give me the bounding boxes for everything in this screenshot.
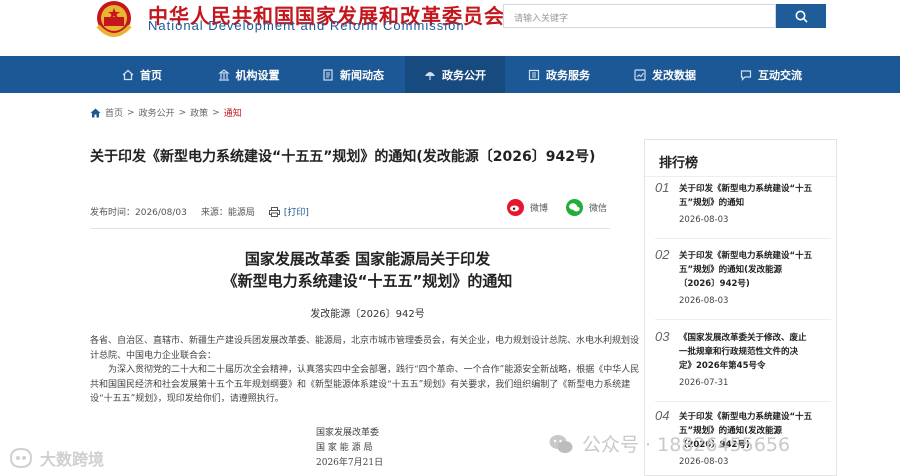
- ranking-item-title[interactable]: 《国家发展改革委关于修改、废止 一批规章和行政规范性文件的决 定》2026年第4…: [679, 331, 824, 373]
- signature-ndrc: 国家发展改革委: [316, 428, 380, 438]
- document-number: 发改能源〔2026〕942号: [310, 309, 425, 320]
- ranking-number: 01: [655, 180, 670, 195]
- nav-item-data[interactable]: 发改数据: [613, 56, 717, 93]
- national-emblem-icon: [96, 1, 132, 37]
- share-weibo-label: 微博: [530, 204, 549, 214]
- watermark-right: 公众号 · 18826455656: [548, 430, 790, 457]
- ranking-item-title-line: 关于印发《新型电力系统建设“十五: [679, 412, 813, 422]
- nav-item-news[interactable]: 新闻动态: [301, 56, 405, 93]
- nav-item-home[interactable]: 首页: [88, 56, 196, 93]
- share-bar: 微博 微信: [507, 199, 607, 216]
- printer-icon: [268, 206, 280, 217]
- nav-item-label: 政务公开: [442, 68, 486, 82]
- ranking-item-date: 2026-07-31: [679, 378, 729, 388]
- nav-item-interaction[interactable]: 互动交流: [717, 56, 825, 93]
- signature-date: 2026年7月21日: [316, 458, 384, 468]
- article-source: 来源：能源局: [200, 208, 255, 218]
- document-recipients: 各省、自治区、直辖市、新疆生产建设兵团发展改革委、能源局，北京市城市管理委员会，…: [90, 336, 640, 361]
- ranking-divider: [655, 238, 831, 239]
- nav-item-label: 新闻动态: [340, 68, 384, 82]
- ranking-item-title[interactable]: 关于印发《新型电力系统建设“十五 五”规划》的通知(发改能源 〔2026〕942…: [679, 249, 824, 291]
- ranking-number: 02: [655, 247, 670, 262]
- watermark-left: 大数跨境: [8, 446, 104, 470]
- org-name-en: National Development and Reform Commissi…: [148, 18, 465, 33]
- brand-logo-icon: [9, 447, 33, 469]
- ranking-item-title-line: 五”规划》的通知(发改能源: [679, 265, 782, 275]
- nav-item-label: 机构设置: [235, 68, 280, 82]
- ranking-divider: [655, 401, 831, 402]
- signature-nea: 国 家 能 源 局: [316, 443, 373, 453]
- home-icon: [122, 69, 134, 80]
- nav-item-label: 政务服务: [546, 68, 590, 82]
- breadcrumb-separator: >: [127, 107, 135, 118]
- nav-item-structure[interactable]: 机构设置: [196, 56, 301, 93]
- article-meta: 发布时间：2026/08/03 来源：能源局 [打印]: [90, 205, 309, 218]
- ranking-title-divider: [645, 176, 836, 177]
- building-icon: [217, 68, 230, 81]
- breadcrumb-link-home[interactable]: 首页: [105, 106, 123, 119]
- ranking-divider: [655, 319, 831, 320]
- service-icon: [528, 69, 540, 80]
- watermark-right-text: 公众号 · 18826455656: [582, 434, 791, 456]
- document-paragraph: 为深入贯彻党的二十大和二十届历次全会精神，认真落实四中全会部署，践行“四个革命、…: [90, 365, 640, 404]
- ranking-item-date: 2026-08-03: [679, 215, 729, 225]
- umbrella-icon: [425, 71, 435, 80]
- breadcrumb-separator: >: [212, 107, 220, 118]
- print-button[interactable]: [打印]: [268, 205, 309, 218]
- ranking-item-title-line: 关于印发《新型电力系统建设“十五: [679, 251, 813, 261]
- wechat-icon: [566, 199, 584, 216]
- share-wechat-label: 微信: [589, 204, 608, 214]
- search-button[interactable]: [776, 4, 826, 28]
- breadcrumb-separator: >: [178, 107, 187, 118]
- meta-divider: [90, 228, 610, 229]
- ranking-number: 04: [655, 408, 670, 423]
- chat-icon: [740, 69, 752, 81]
- ranking-item-date: 2026-08-03: [679, 296, 729, 306]
- breadcrumb-link-open-government[interactable]: 政务公开: [139, 106, 175, 119]
- print-label: [打印]: [283, 208, 309, 218]
- share-weibo[interactable]: 微博: [507, 199, 548, 216]
- nav-item-services[interactable]: 政务服务: [505, 56, 613, 93]
- home-icon: [90, 108, 101, 117]
- article-title: 关于印发《新型电力系统建设“十五五”规划》的通知(发改能源〔2026〕942号): [90, 149, 596, 165]
- ranking-item-title-line: 定》2026年第45号令: [679, 361, 766, 371]
- ranking-item-title-line: 《国家发展改革委关于修改、废止: [679, 333, 807, 343]
- nav-item-label: 首页: [140, 68, 162, 82]
- ranking-item-title[interactable]: 关于印发《新型电力系统建设“十五 五”规划》的通知: [679, 182, 824, 210]
- wechat-icon: [549, 434, 573, 453]
- news-icon: [323, 68, 333, 81]
- site-header: 中华人民共和国国家发展和改革委员会 National Development a…: [0, 0, 900, 56]
- breadcrumb: 首页 > 政务公开 > 政策 > 通知: [90, 106, 242, 119]
- document-body: 各省、自治区、直辖市、新疆生产建设兵团发展改革委、能源局，北京市城市管理委员会，…: [90, 334, 645, 407]
- document-title-line-1: 国家发展改革委 国家能源局关于印发: [244, 250, 491, 268]
- ranking-number: 03: [655, 329, 670, 344]
- ranking-item-title-line: 一批规章和行政规范性文件的决: [679, 347, 799, 357]
- ranking-item-date: 2026-08-03: [679, 457, 729, 467]
- main-nav: 首页 机构设置 新闻动态 政务公开 政务服务 发改数据 互动交流: [0, 56, 900, 93]
- breadcrumb-current[interactable]: 通知: [224, 106, 242, 119]
- search-icon: [795, 10, 808, 23]
- ranking-title: 排行榜: [659, 156, 699, 171]
- nav-item-label: 发改数据: [652, 68, 696, 82]
- document-title-line-2: 《新型电力系统建设“十五五”规划》的通知: [222, 272, 513, 290]
- ranking-item-title-line: 关于印发《新型电力系统建设“十五: [679, 184, 813, 194]
- nav-item-label: 互动交流: [758, 68, 802, 82]
- weibo-icon: [507, 199, 524, 216]
- share-wechat[interactable]: 微信: [566, 199, 607, 216]
- watermark-left-text: 大数跨境: [40, 450, 105, 469]
- breadcrumb-link-policy[interactable]: 政策: [190, 106, 208, 119]
- publish-time: 发布时间：2026/08/03: [90, 208, 187, 218]
- nav-item-open-government[interactable]: 政务公开: [405, 56, 505, 93]
- data-icon: [634, 68, 646, 81]
- ranking-panel: 排行榜 01 关于印发《新型电力系统建设“十五 五”规划》的通知 2026-08…: [644, 139, 837, 476]
- search-input[interactable]: 请输入关键字: [503, 4, 776, 28]
- ranking-item-title-line: 五”规划》的通知: [679, 198, 745, 208]
- ranking-item-title-line: 〔2026〕942号): [679, 279, 750, 289]
